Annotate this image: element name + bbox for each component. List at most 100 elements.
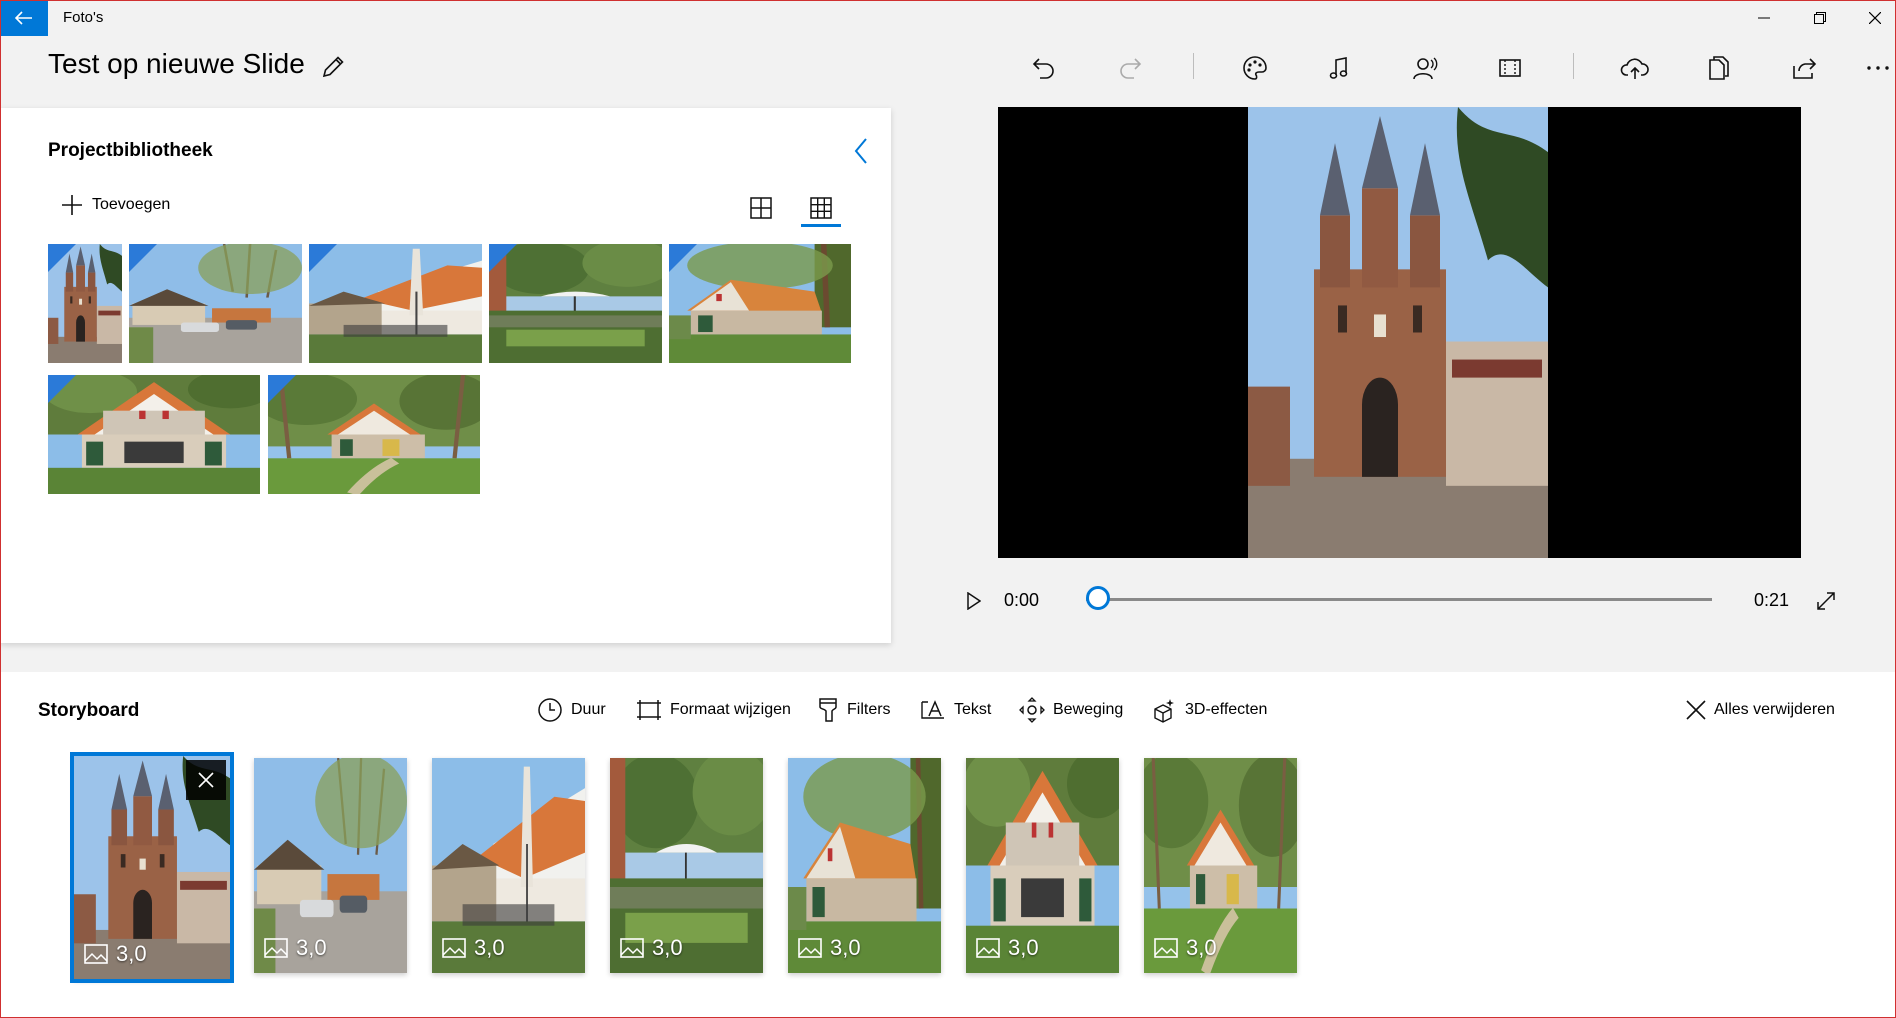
chevron-left-icon bbox=[854, 138, 867, 164]
add-media-button[interactable]: Toevoegen bbox=[62, 190, 170, 220]
more-options-button[interactable] bbox=[1860, 50, 1896, 86]
library-item[interactable] bbox=[48, 375, 260, 494]
music-button[interactable] bbox=[1321, 50, 1357, 86]
cloud-upload-icon bbox=[1620, 58, 1649, 79]
text-button[interactable]: Tekst bbox=[920, 694, 991, 726]
more-icon bbox=[1867, 66, 1889, 70]
image-icon bbox=[84, 944, 108, 964]
redo-button[interactable] bbox=[1112, 50, 1148, 86]
video-preview[interactable] bbox=[998, 107, 1801, 558]
play-icon bbox=[967, 592, 981, 610]
clip-duration: 3,0 bbox=[798, 935, 861, 961]
motion-button[interactable]: Beweging bbox=[1019, 694, 1123, 726]
preview-image bbox=[1248, 107, 1548, 558]
aspect-ratio-icon bbox=[1499, 59, 1521, 77]
remove-clip-button[interactable] bbox=[186, 760, 226, 800]
plus-icon bbox=[62, 195, 82, 215]
clock-icon bbox=[538, 698, 562, 722]
add-media-label: Toevoegen bbox=[92, 196, 171, 213]
seek-bar-thumb[interactable] bbox=[1086, 586, 1110, 610]
small-thumbnails-view-button[interactable] bbox=[801, 188, 841, 228]
grid-small-icon bbox=[810, 197, 832, 219]
clip-duration: 3,0 bbox=[1154, 935, 1217, 961]
remove-all-button[interactable]: Alles verwijderen bbox=[1686, 694, 1835, 726]
storyboard-clip[interactable]: 3,0 bbox=[788, 758, 941, 973]
large-thumbnails-view-button[interactable] bbox=[741, 188, 781, 228]
image-icon bbox=[264, 938, 288, 958]
person-voice-icon bbox=[1413, 57, 1438, 80]
rename-project-button[interactable] bbox=[318, 52, 348, 82]
storyboard-title: Storyboard bbox=[38, 700, 140, 721]
close-window-button[interactable] bbox=[1852, 0, 1896, 36]
clip-duration-value: 3,0 bbox=[1008, 935, 1039, 960]
upload-button[interactable] bbox=[1617, 50, 1653, 86]
duplicate-button[interactable] bbox=[1701, 50, 1737, 86]
duration-button[interactable]: Duur bbox=[537, 694, 606, 726]
theme-button[interactable] bbox=[1237, 50, 1273, 86]
toolbar-separator bbox=[1193, 53, 1194, 79]
storyboard-clip[interactable]: 3,0 bbox=[1144, 758, 1297, 973]
library-item[interactable] bbox=[489, 244, 662, 363]
photo-image bbox=[48, 375, 260, 494]
library-item[interactable] bbox=[129, 244, 302, 363]
share-button[interactable] bbox=[1786, 50, 1822, 86]
storyboard-clip[interactable]: 3,0 bbox=[70, 752, 234, 983]
project-title: Test op nieuwe Slide bbox=[48, 48, 305, 79]
library-item[interactable] bbox=[268, 375, 480, 494]
redo-icon bbox=[1120, 58, 1142, 79]
project-library-panel: Projectbibliotheek Toevoegen bbox=[0, 108, 891, 643]
effects-3d-icon bbox=[1154, 699, 1174, 723]
restore-button[interactable] bbox=[1797, 0, 1843, 36]
image-icon bbox=[798, 938, 822, 958]
added-to-project-badge bbox=[48, 375, 76, 403]
added-to-project-badge bbox=[129, 244, 157, 272]
narration-button[interactable] bbox=[1407, 50, 1443, 86]
library-title: Projectbibliotheek bbox=[48, 140, 213, 161]
resize-icon bbox=[637, 700, 661, 720]
motion-label: Beweging bbox=[1053, 701, 1124, 718]
filters-label: Filters bbox=[847, 701, 891, 718]
title-bar: Foto's bbox=[0, 0, 1896, 36]
storyboard-clip[interactable]: 3,0 bbox=[966, 758, 1119, 973]
palette-icon bbox=[1243, 56, 1267, 80]
clip-duration: 3,0 bbox=[84, 941, 147, 967]
effects-3d-button[interactable]: 3D-effecten bbox=[1151, 694, 1267, 726]
added-to-project-badge bbox=[309, 244, 337, 272]
motion-icon bbox=[1019, 697, 1045, 723]
library-item[interactable] bbox=[309, 244, 482, 363]
filters-button[interactable]: Filters bbox=[817, 694, 891, 726]
play-button[interactable] bbox=[962, 588, 986, 614]
clip-duration-value: 3,0 bbox=[652, 935, 683, 960]
added-to-project-badge bbox=[48, 244, 76, 272]
undo-icon bbox=[1032, 58, 1054, 79]
storyboard-clip[interactable]: 3,0 bbox=[254, 758, 407, 973]
remove-all-label: Alles verwijderen bbox=[1714, 701, 1835, 718]
collapse-library-button[interactable] bbox=[846, 136, 876, 166]
photo-image bbox=[1248, 107, 1548, 558]
clip-duration-value: 3,0 bbox=[830, 935, 861, 960]
storyboard-panel: Storyboard Duur Formaat wijzigen Filters… bbox=[0, 672, 1896, 1018]
photo-image bbox=[268, 375, 480, 494]
toolbar-separator bbox=[1573, 53, 1574, 79]
aspect-ratio-button[interactable] bbox=[1492, 50, 1528, 86]
resize-button[interactable]: Formaat wijzigen bbox=[636, 694, 791, 726]
image-icon bbox=[1154, 938, 1178, 958]
back-button[interactable] bbox=[0, 0, 48, 36]
image-icon bbox=[976, 938, 1000, 958]
expand-icon bbox=[1817, 592, 1835, 610]
seek-bar[interactable] bbox=[1086, 598, 1712, 601]
app-title: Foto's bbox=[63, 9, 104, 26]
storyboard-clip[interactable]: 3,0 bbox=[610, 758, 763, 973]
added-to-project-badge bbox=[669, 244, 697, 272]
library-item[interactable] bbox=[669, 244, 851, 363]
storyboard-clip[interactable]: 3,0 bbox=[432, 758, 585, 973]
image-icon bbox=[620, 938, 644, 958]
close-icon bbox=[1686, 700, 1706, 720]
minimize-button[interactable] bbox=[1741, 0, 1787, 36]
copy-icon bbox=[1709, 56, 1729, 80]
fullscreen-button[interactable] bbox=[1813, 588, 1839, 614]
resize-label: Formaat wijzigen bbox=[670, 701, 791, 718]
undo-button[interactable] bbox=[1026, 50, 1062, 86]
library-item[interactable] bbox=[48, 244, 122, 363]
clip-duration-value: 3,0 bbox=[296, 935, 327, 960]
